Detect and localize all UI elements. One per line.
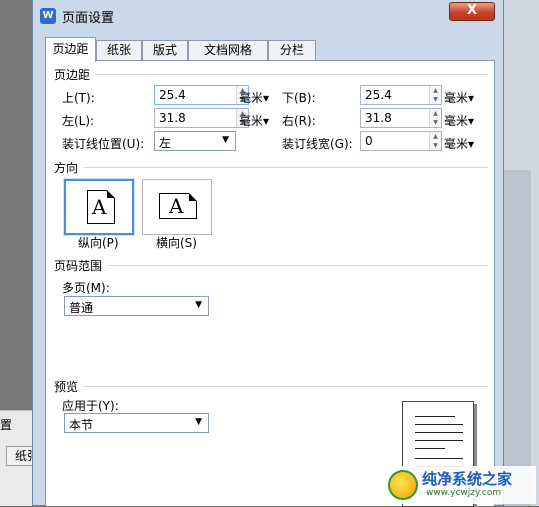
margins-group-label: 页边距 xyxy=(54,68,91,82)
watermark: 纯净系统之家 www.ycwjzy.com xyxy=(386,466,536,504)
left-margin-unit[interactable]: 毫米▾ xyxy=(239,112,269,129)
left-margin-input[interactable]: 31.8 ▲ ▼ xyxy=(154,108,249,128)
bottom-margin-unit[interactable]: 毫米▾ xyxy=(444,89,474,106)
bottom-margin-label: 下(B): xyxy=(282,91,316,105)
wps-app-icon: W xyxy=(40,8,56,24)
watermark-name: 纯净系统之家 xyxy=(422,470,513,488)
apply-to-select[interactable]: 本节 ▼ xyxy=(64,413,209,433)
preview-group-label: 预览 xyxy=(54,380,79,394)
multiple-pages-value: 普通 xyxy=(69,301,94,315)
divider xyxy=(84,167,488,168)
background-label: 置 xyxy=(0,418,13,432)
left-margin-value: 31.8 xyxy=(159,111,186,125)
tab-content: 页边距 上(T): 25.4 ▲ ▼ 毫米▾ 下(B): 25.4 ▲ ▼ 毫米▾ … xyxy=(45,60,495,507)
divider xyxy=(96,74,488,75)
top-margin-input[interactable]: 25.4 ▲ ▼ xyxy=(154,85,249,105)
divider xyxy=(84,386,488,387)
gutter-width-unit[interactable]: 毫米▾ xyxy=(444,135,474,152)
tab-columns[interactable]: 分栏 xyxy=(268,40,316,61)
tab-margins[interactable]: 页边距 xyxy=(45,37,96,62)
spin-up-icon[interactable]: ▲ xyxy=(430,132,441,141)
tab-doc-grid[interactable]: 文档网格 xyxy=(188,40,268,61)
top-margin-label: 上(T): xyxy=(62,91,95,105)
divider xyxy=(108,265,488,266)
bottom-margin-value: 25.4 xyxy=(365,88,392,102)
spin-down-icon[interactable]: ▼ xyxy=(430,141,441,150)
spin-down-icon[interactable]: ▼ xyxy=(430,95,441,104)
tab-paper[interactable]: 纸张 xyxy=(96,40,142,61)
watermark-url: www.ycwjzy.com xyxy=(426,488,502,498)
apply-to-value: 本节 xyxy=(69,418,94,432)
close-button[interactable]: X xyxy=(449,2,495,21)
left-margin-label: 左(L): xyxy=(62,114,95,128)
gutter-width-label: 装订线宽(G): xyxy=(282,137,353,151)
apply-to-label: 应用于(Y): xyxy=(62,399,119,413)
chevron-down-icon: ▼ xyxy=(195,417,202,427)
pages-group-label: 页码范围 xyxy=(54,259,103,273)
gutter-width-value: 0 xyxy=(365,134,373,148)
page-setup-dialog: W 页面设置 X 页边距 纸张 版式 文档网格 分栏 页边距 上(T): 25.… xyxy=(32,0,504,507)
watermark-logo-icon xyxy=(388,470,418,500)
orientation-group-label: 方向 xyxy=(54,161,79,175)
bottom-margin-input[interactable]: 25.4 ▲ ▼ xyxy=(360,85,442,105)
right-margin-value: 31.8 xyxy=(365,111,392,125)
tab-layout[interactable]: 版式 xyxy=(142,40,188,61)
landscape-page-icon: A xyxy=(159,193,197,219)
chevron-down-icon: ▼ xyxy=(222,135,229,145)
right-margin-unit[interactable]: 毫米▾ xyxy=(444,112,474,129)
portrait-label[interactable]: 纵向(P) xyxy=(78,234,119,251)
right-margin-input[interactable]: 31.8 ▲ ▼ xyxy=(360,108,442,128)
dialog-title: 页面设置 xyxy=(62,11,115,26)
gutter-position-select[interactable]: 左 ▼ xyxy=(154,131,236,151)
scrollbar-thumb[interactable] xyxy=(503,170,531,506)
spin-up-icon[interactable]: ▲ xyxy=(430,109,441,118)
landscape-option[interactable]: A xyxy=(142,179,212,235)
multiple-pages-select[interactable]: 普通 ▼ xyxy=(64,296,209,316)
chevron-down-icon: ▼ xyxy=(195,300,202,310)
dialog-titlebar[interactable]: W 页面设置 X xyxy=(33,0,503,32)
top-margin-value: 25.4 xyxy=(159,88,186,102)
spin-up-icon[interactable]: ▲ xyxy=(430,86,441,95)
gutter-position-value: 左 xyxy=(159,136,172,150)
right-margin-label: 右(R): xyxy=(282,114,316,128)
landscape-label[interactable]: 横向(S) xyxy=(156,234,197,251)
multiple-pages-label: 多页(M): xyxy=(62,281,110,295)
gutter-position-label: 装订线位置(U): xyxy=(62,137,145,151)
spin-down-icon[interactable]: ▼ xyxy=(430,118,441,127)
top-margin-unit[interactable]: 毫米▾ xyxy=(239,89,269,106)
gutter-width-input[interactable]: 0 ▲ ▼ xyxy=(360,131,442,151)
portrait-option[interactable]: A xyxy=(63,178,135,236)
portrait-page-icon: A xyxy=(87,190,115,224)
